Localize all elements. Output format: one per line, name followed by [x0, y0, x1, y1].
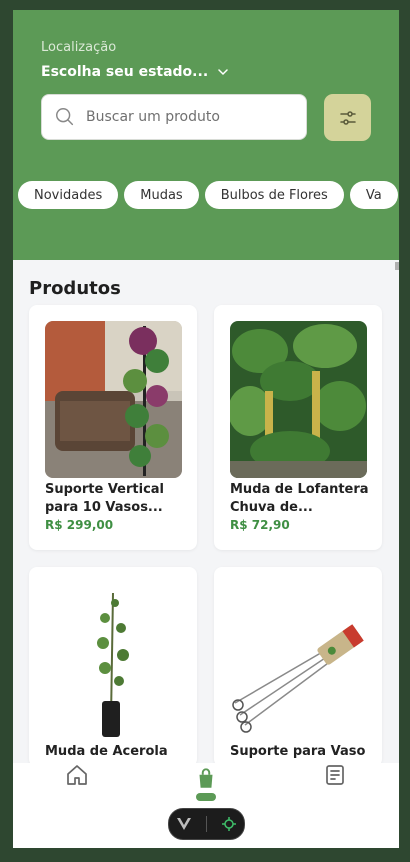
- location-selector[interactable]: Escolha seu estado...: [41, 64, 228, 80]
- shopping-bag-icon: [199, 768, 213, 788]
- search-input[interactable]: [84, 108, 298, 126]
- dev-tools-pill[interactable]: [168, 808, 245, 840]
- category-chip[interactable]: Novidades: [18, 181, 119, 209]
- search-icon: [56, 108, 74, 126]
- nav-orders[interactable]: [323, 763, 347, 787]
- header: Localização Escolha seu estado... Novida…: [13, 10, 399, 260]
- product-card[interactable]: Suporte Vertical para 10 Vasos... R$ 299…: [29, 305, 197, 550]
- receipt-icon: [326, 765, 344, 785]
- product-card[interactable]: Muda de Acerola: [29, 567, 197, 767]
- product-image: [230, 321, 367, 478]
- vue-logo-icon: [177, 818, 191, 830]
- divider: [206, 816, 207, 832]
- product-price: R$ 299,00: [45, 518, 114, 532]
- product-image: [45, 321, 182, 478]
- category-chip[interactable]: Va: [349, 181, 398, 209]
- location-label: Localização: [41, 40, 117, 55]
- product-name: Muda de Acerola: [45, 744, 168, 759]
- chevron-down-icon: [218, 69, 228, 76]
- product-name: Suporte para Vaso: [230, 744, 366, 759]
- nav-products[interactable]: [193, 763, 219, 803]
- section-title: Produtos: [29, 278, 121, 299]
- category-chip[interactable]: Bulbos de Flores: [204, 181, 344, 209]
- product-image: [45, 583, 182, 740]
- filter-button[interactable]: [324, 94, 371, 141]
- product-image: [230, 583, 367, 740]
- category-chips: Novidades Mudas Bulbos de Flores Va: [18, 181, 398, 209]
- product-name: Suporte Vertical para 10 Vasos...: [45, 482, 165, 515]
- location-value: Escolha seu estado...: [41, 64, 209, 80]
- home-icon: [67, 765, 87, 785]
- search-box[interactable]: [41, 94, 307, 140]
- crosshair-icon: [222, 817, 236, 831]
- product-name: Muda de Lofantera Chuva de...: [230, 482, 369, 515]
- product-card[interactable]: Suporte para Vaso: [214, 567, 382, 767]
- sliders-icon: [339, 110, 356, 125]
- category-chip[interactable]: Mudas: [124, 181, 199, 209]
- scrollbar-thumb[interactable]: [395, 262, 399, 270]
- app-screen: Localização Escolha seu estado... Novida…: [13, 10, 399, 848]
- product-price: R$ 72,90: [230, 518, 290, 532]
- active-indicator: [196, 793, 216, 801]
- nav-home[interactable]: [65, 763, 89, 787]
- product-card[interactable]: Muda de Lofantera Chuva de... R$ 72,90: [214, 305, 382, 550]
